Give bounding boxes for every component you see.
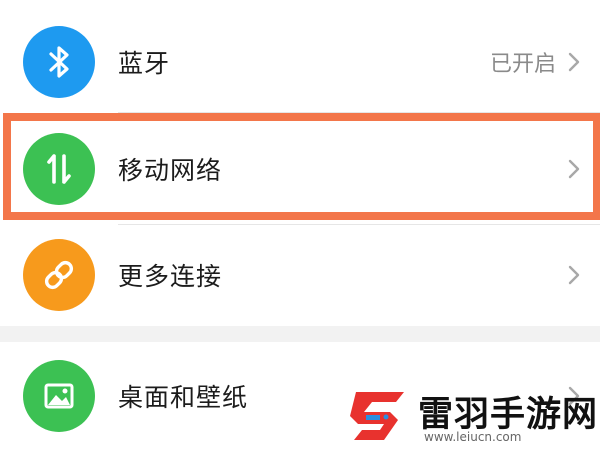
site-logo-icon	[350, 392, 404, 440]
settings-row-label: 蓝牙	[118, 49, 171, 78]
settings-row-more-connections[interactable]: 更多连接	[0, 225, 600, 325]
settings-row-label: 移动网络	[118, 156, 223, 185]
picture-icon	[23, 360, 95, 432]
settings-row-mobile-network[interactable]: 移动网络	[0, 119, 600, 219]
divider	[118, 112, 600, 113]
site-watermark: 雷羽手游网 www.leiucn.com	[346, 384, 597, 446]
settings-row-label: 桌面和壁纸	[118, 383, 249, 412]
chevron-right-icon	[568, 265, 580, 285]
settings-row-bluetooth[interactable]: 蓝牙 已开启	[0, 12, 600, 112]
bluetooth-status: 已开启	[489, 52, 556, 77]
chevron-right-icon	[568, 52, 580, 72]
settings-group-connections: 蓝牙 已开启 移动网络 更多连接	[0, 0, 600, 326]
settings-row-label: 更多连接	[118, 262, 223, 291]
bluetooth-icon	[23, 26, 95, 98]
chevron-right-icon	[568, 159, 580, 179]
watermark-url: www.leiucn.com	[424, 430, 522, 444]
mobile-data-arrows-icon	[23, 133, 95, 205]
link-chain-icon	[23, 239, 95, 311]
